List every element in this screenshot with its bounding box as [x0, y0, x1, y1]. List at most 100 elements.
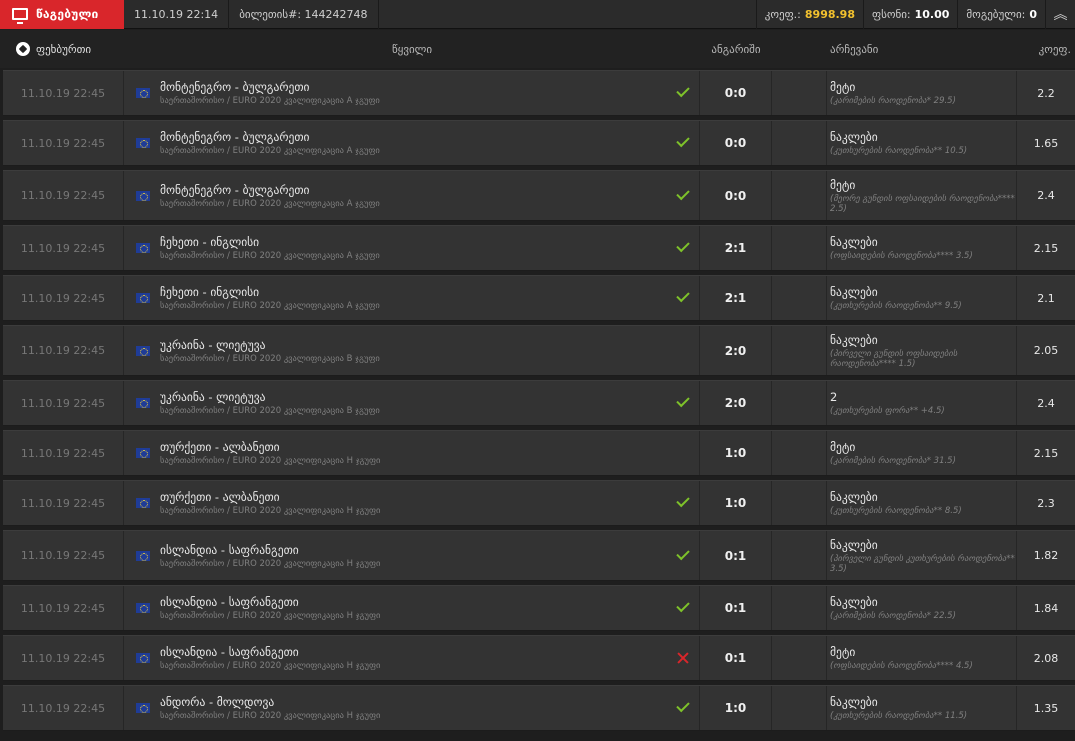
choice-detail: (კარიმების რაოდენობა* 29.5) [830, 96, 956, 106]
bet-event: მონტენეგრო - ბულგარეთი საერთაშორისო / EUR… [124, 121, 700, 165]
header-sport: ფეხბურთი [0, 42, 124, 56]
bet-event: ჩეხეთი - ინგლისი საერთაშორისო / EURO 2020… [124, 226, 700, 270]
bet-score: 1:0 [700, 481, 772, 525]
table-row[interactable]: 11.10.19 22:45 თურქეთი - ალბანეთი საერთაშო… [3, 430, 1075, 476]
empty-cell [772, 636, 827, 680]
empty-cell [772, 381, 827, 425]
event-league: საერთაშორისო / EURO 2020 კვალიფიკაცია A … [160, 251, 380, 261]
eu-flag-icon [136, 293, 150, 303]
empty-cell [772, 586, 827, 630]
empty-cell [772, 686, 827, 730]
choice-main: ნაკლები [830, 235, 878, 249]
bet-event: მონტენეგრო - ბულგარეთი საერთაშორისო / EUR… [124, 71, 700, 115]
checkmark-icon [675, 188, 691, 204]
table-row[interactable]: 11.10.19 22:45 უკრაინა - ლიეტუვა საერთაშორ… [3, 380, 1075, 426]
bet-choice: ნაკლები (კუთხურების რაოდენობა** 11.5) [827, 686, 1017, 730]
choice-main: ნაკლები [830, 332, 878, 347]
table-row[interactable]: 11.10.19 22:45 ჩეხეთი - ინგლისი საერთაშორი… [3, 275, 1075, 321]
header-score: ანგარიში [711, 42, 761, 56]
checkmark-icon [675, 240, 691, 256]
event-title: ანდორა - მოლდოვა [160, 695, 275, 709]
bet-score: 0:0 [700, 121, 772, 165]
bet-event: უკრაინა - ლიეტუვა საერთაშორისო / EURO 202… [124, 381, 700, 425]
event-league: საერთაშორისო / EURO 2020 კვალიფიკაცია H … [160, 558, 381, 569]
bet-date: 11.10.19 22:45 [3, 481, 124, 525]
bet-date: 11.10.19 22:45 [3, 586, 124, 630]
table-row[interactable]: 11.10.19 22:45 მონტენეგრო - ბულგარეთი საერ… [3, 170, 1075, 221]
stake: ფსონი: 10.00 [863, 0, 957, 29]
eu-flag-icon [136, 448, 150, 458]
header-choice: არჩევანი [830, 42, 879, 56]
event-league: საერთაშორისო / EURO 2020 კვალიფიკაცია H … [160, 711, 381, 721]
eu-flag-icon [136, 345, 150, 356]
event-title: მონტენეგრო - ბულგარეთი [160, 80, 310, 94]
stake-value: 10.00 [914, 7, 950, 21]
eu-flag-icon [136, 498, 150, 508]
table-row[interactable]: 11.10.19 22:45 ისლანდია - საფრანგეთი საერთ… [3, 530, 1075, 581]
eu-flag-icon [136, 653, 150, 663]
bet-choice: მეტი (ოფსაიდების რაოდენობა**** 4.5) [827, 636, 1017, 680]
eu-flag-icon [136, 138, 150, 148]
bet-choice: ნაკლები (კუთხურების რაოდენობა** 10.5) [827, 121, 1017, 165]
bet-choice: ნაკლები (პირველი გუნდის ოფსაიდების რაოდენ… [827, 326, 1017, 375]
bet-odds: 1.82 [1033, 549, 1059, 562]
bet-date: 11.10.19 22:45 [3, 276, 124, 320]
checkmark-icon [675, 495, 691, 511]
table-row[interactable]: 11.10.19 22:45 ჩეხეთი - ინგლისი საერთაშორი… [3, 225, 1075, 271]
double-chevron-up-icon: ︽ [1053, 7, 1068, 23]
bet-choice: მეტი (კარიმების რაოდენობა* 31.5) [827, 431, 1017, 475]
eu-flag-icon [136, 603, 150, 613]
bet-odds: 2.4 [1037, 189, 1055, 202]
checkmark-icon [675, 700, 691, 716]
choice-main: ნაკლები [830, 285, 878, 299]
choice-main: 2 [830, 390, 838, 404]
bet-event: ისლანდია - საფრანგეთი საერთაშორისო / EURO… [124, 586, 700, 630]
empty-cell [772, 226, 827, 270]
event-title: უკრაინა - ლიეტუვა [160, 390, 266, 404]
event-league: საერთაშორისო / EURO 2020 კვალიფიკაცია H … [160, 661, 381, 671]
ticket-number: ბილეთის#: 144242748 [229, 0, 379, 29]
choice-detail: (კარიმების რაოდენობა* 31.5) [830, 456, 956, 466]
eu-flag-icon [136, 88, 150, 98]
table-row[interactable]: 11.10.19 22:45 ისლანდია - საფრანგეთი საერთ… [3, 585, 1075, 631]
bets-table: 11.10.19 22:45 მონტენეგრო - ბულგარეთი საერ… [3, 70, 1075, 735]
table-row[interactable]: 11.10.19 22:45 უკრაინა - ლიეტუვა საერთაშორ… [3, 325, 1075, 376]
choice-detail: (პირველი გუნდის კუთხურების რაოდენობა** 3… [830, 553, 1015, 574]
choice-main: მეტი [830, 177, 856, 192]
table-row[interactable]: 11.10.19 22:45 თურქეთი - ალბანეთი საერთაშო… [3, 480, 1075, 526]
collapse-button[interactable]: ︽ [1045, 0, 1075, 29]
bet-date: 11.10.19 22:45 [3, 326, 124, 375]
table-row[interactable]: 11.10.19 22:45 ისლანდია - საფრანგეთი საერთ… [3, 635, 1075, 681]
choice-main: მეტი [830, 440, 856, 454]
eu-flag-icon [136, 703, 150, 713]
choice-detail: (ოფსაიდების რაოდენობა**** 4.5) [830, 661, 973, 671]
header-sport-label: ფეხბურთი [36, 42, 92, 56]
event-league: საერთაშორისო / EURO 2020 კვალიფიკაცია B … [160, 353, 380, 364]
event-league: საერთაშორისო / EURO 2020 კვალიფიკაცია A … [160, 146, 380, 156]
choice-main: ნაკლები [830, 537, 878, 552]
table-row[interactable]: 11.10.19 22:45 ანდორა - მოლდოვა საერთაშორი… [3, 685, 1075, 731]
bet-score: 2:1 [700, 276, 772, 320]
eu-flag-icon [136, 243, 150, 253]
win-value: 0 [1029, 7, 1037, 21]
empty-cell [772, 71, 827, 115]
choice-detail: (კუთხურების რაოდენობა** 10.5) [830, 146, 968, 156]
event-title: თურქეთი - ალბანეთი [160, 440, 280, 454]
winnings: მოგებული: 0 [957, 0, 1045, 29]
soccer-ball-icon [16, 42, 30, 56]
eu-flag-icon [136, 550, 150, 561]
empty-cell [772, 431, 827, 475]
bet-score: 1:0 [700, 686, 772, 730]
event-title: უკრაინა - ლიეტუვა [160, 337, 266, 352]
bet-date: 11.10.19 22:45 [3, 531, 124, 580]
event-title: ისლანდია - საფრანგეთი [160, 645, 299, 659]
header-event: წყვილი [391, 42, 433, 56]
eu-flag-icon [136, 398, 150, 408]
table-row[interactable]: 11.10.19 22:45 მონტენეგრო - ბულგარეთი საერ… [3, 120, 1075, 166]
choice-detail: (მეორე გუნდის ოფსაიდების რაოდენობა**** 2… [830, 193, 1015, 214]
table-row[interactable]: 11.10.19 22:45 მონტენეგრო - ბულგარეთი საერ… [3, 70, 1075, 116]
choice-main: ნაკლები [830, 595, 878, 609]
checkmark-icon [675, 85, 691, 101]
checkmark-icon [675, 135, 691, 151]
bet-odds: 2.08 [1033, 651, 1059, 665]
